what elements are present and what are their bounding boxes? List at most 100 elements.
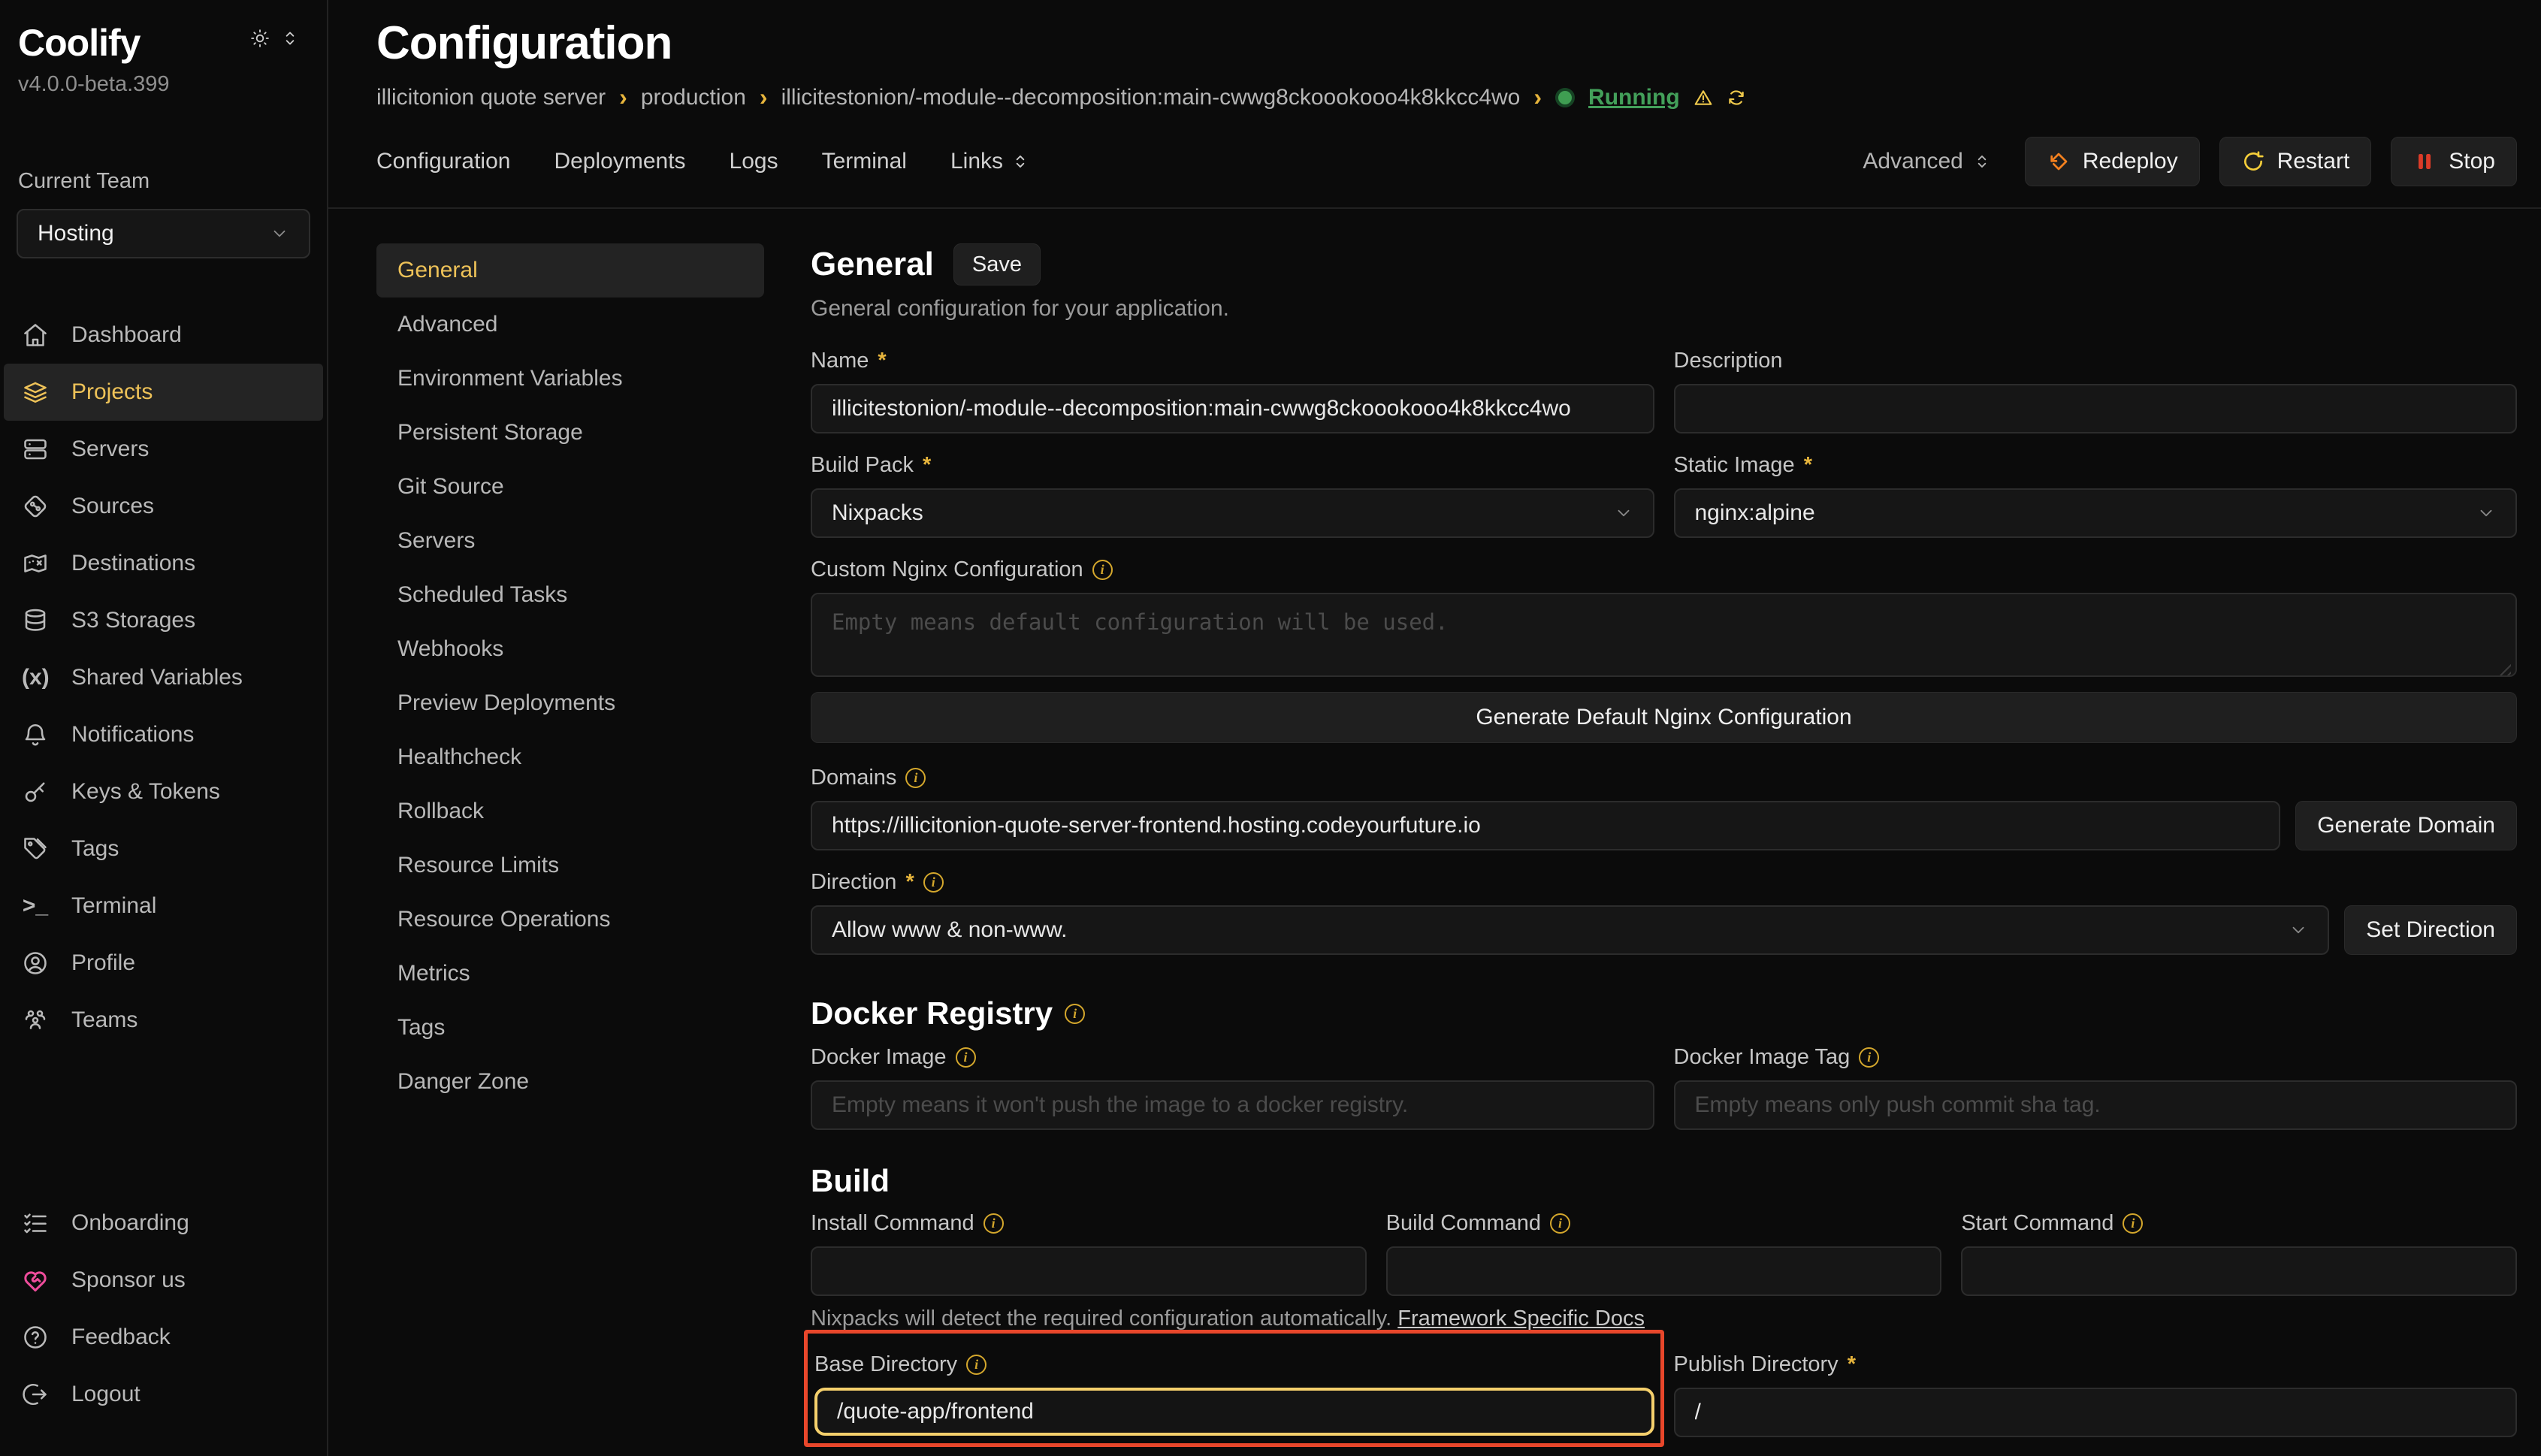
breadcrumb-separator: › bbox=[1533, 83, 1542, 111]
build-command-label: Build Commandi bbox=[1386, 1211, 1942, 1236]
subnav-healthcheck[interactable]: Healthcheck bbox=[376, 730, 764, 784]
subnav-general[interactable]: General bbox=[376, 243, 764, 298]
chevron-updown-icon bbox=[1972, 152, 1992, 171]
redeploy-icon bbox=[2047, 150, 2071, 174]
docker-image-tag-field[interactable] bbox=[1674, 1080, 2518, 1130]
sidebar-item-shared-variables[interactable]: (x) Shared Variables bbox=[4, 649, 323, 706]
custom-nginx-textarea[interactable] bbox=[811, 593, 2517, 677]
map-icon bbox=[22, 550, 49, 577]
status-dot bbox=[1555, 88, 1575, 107]
sidebar-item-terminal[interactable]: >_ Terminal bbox=[4, 878, 323, 935]
refresh-icon[interactable] bbox=[1727, 88, 1746, 107]
sidebar-item-servers[interactable]: Servers bbox=[4, 421, 323, 478]
subnav-environment-variables[interactable]: Environment Variables bbox=[376, 352, 764, 406]
subnav-resource-operations[interactable]: Resource Operations bbox=[376, 893, 764, 947]
tab-deployments[interactable]: Deployments bbox=[554, 149, 685, 174]
generate-nginx-button[interactable]: Generate Default Nginx Configuration bbox=[811, 692, 2517, 743]
checklist-icon bbox=[22, 1210, 49, 1237]
subnav-scheduled-tasks[interactable]: Scheduled Tasks bbox=[376, 568, 764, 622]
breadcrumb-project[interactable]: illicitonion quote server bbox=[376, 85, 606, 110]
chevron-down-icon bbox=[270, 224, 289, 243]
sidebar-item-sponsor-us[interactable]: Sponsor us bbox=[4, 1252, 323, 1309]
tab-configuration[interactable]: Configuration bbox=[376, 149, 510, 174]
base-directory-field[interactable] bbox=[814, 1388, 1654, 1436]
save-button[interactable]: Save bbox=[953, 243, 1041, 285]
sidebar-item-onboarding[interactable]: Onboarding bbox=[4, 1195, 323, 1252]
stop-button[interactable]: Stop bbox=[2391, 137, 2517, 186]
warning-icon[interactable] bbox=[1693, 88, 1713, 107]
terminal-icon: >_ bbox=[22, 893, 49, 919]
info-icon: i bbox=[983, 1213, 1004, 1234]
sidebar-item-teams[interactable]: Teams bbox=[4, 992, 323, 1049]
subnav-metrics[interactable]: Metrics bbox=[376, 947, 764, 1001]
running-status[interactable]: Running bbox=[1588, 85, 1680, 110]
breadcrumb-application[interactable]: illicitestonion/-module--decomposition:m… bbox=[781, 85, 1521, 110]
install-command-field[interactable] bbox=[811, 1246, 1367, 1296]
sidebar-item-dashboard[interactable]: Dashboard bbox=[4, 307, 323, 364]
build-pack-select[interactable]: Nixpacks bbox=[811, 488, 1654, 538]
set-direction-button[interactable]: Set Direction bbox=[2344, 905, 2517, 955]
sidebar-item-projects[interactable]: Projects bbox=[4, 364, 323, 421]
team-select[interactable]: Hosting bbox=[17, 209, 310, 258]
subnav-advanced[interactable]: Advanced bbox=[376, 298, 764, 352]
sidebar-item-profile[interactable]: Profile bbox=[4, 935, 323, 992]
stop-icon bbox=[2413, 150, 2437, 174]
subnav-rollback[interactable]: Rollback bbox=[376, 784, 764, 838]
breadcrumb-environment[interactable]: production bbox=[641, 85, 746, 110]
custom-nginx-label: Custom Nginx Configurationi bbox=[811, 557, 2517, 582]
tag-icon bbox=[22, 835, 49, 862]
restart-button[interactable]: Restart bbox=[2219, 137, 2372, 186]
framework-docs-link[interactable]: Framework Specific Docs bbox=[1397, 1306, 1645, 1331]
theme-toggle[interactable] bbox=[250, 29, 300, 48]
app-version: v4.0.0-beta.399 bbox=[0, 65, 327, 97]
subnav-webhooks[interactable]: Webhooks bbox=[376, 622, 764, 676]
publish-directory-field[interactable] bbox=[1674, 1388, 2518, 1437]
subnav-git-source[interactable]: Git Source bbox=[376, 460, 764, 514]
subnav-resource-limits[interactable]: Resource Limits bbox=[376, 838, 764, 893]
description-label: Description bbox=[1674, 349, 2518, 373]
static-image-select[interactable]: nginx:alpine bbox=[1674, 488, 2518, 538]
page-title: Configuration bbox=[376, 17, 2517, 70]
generate-domain-button[interactable]: Generate Domain bbox=[2295, 801, 2517, 850]
sidebar-item-sources[interactable]: Sources bbox=[4, 478, 323, 535]
tabs-row: Configuration Deployments Logs Terminal … bbox=[328, 137, 2541, 209]
docker-image-field[interactable] bbox=[811, 1080, 1654, 1130]
docker-image-tag-label: Docker Image Tagi bbox=[1674, 1045, 2518, 1070]
git-source-icon bbox=[22, 493, 49, 520]
docker-registry-title: Docker Registryi bbox=[811, 995, 2517, 1032]
sidebar-item-logout[interactable]: Logout bbox=[4, 1366, 323, 1423]
sidebar-item-notifications[interactable]: Notifications bbox=[4, 706, 323, 763]
sun-icon bbox=[250, 29, 270, 48]
direction-select[interactable]: Allow www & non-www. bbox=[811, 905, 2329, 955]
start-command-field[interactable] bbox=[1961, 1246, 2517, 1296]
name-field[interactable] bbox=[811, 384, 1654, 433]
tab-logs[interactable]: Logs bbox=[730, 149, 778, 174]
users-icon bbox=[22, 1007, 49, 1034]
domains-field[interactable] bbox=[811, 801, 2280, 850]
nixpacks-note: Nixpacks will detect the required config… bbox=[811, 1306, 2517, 1331]
build-command-field[interactable] bbox=[1386, 1246, 1942, 1296]
tab-terminal[interactable]: Terminal bbox=[822, 149, 907, 174]
subnav-danger-zone[interactable]: Danger Zone bbox=[376, 1055, 764, 1109]
info-icon: i bbox=[1859, 1047, 1879, 1068]
sidebar-item-keys-tokens[interactable]: Keys & Tokens bbox=[4, 763, 323, 820]
subnav-tags[interactable]: Tags bbox=[376, 1001, 764, 1055]
tab-links[interactable]: Links bbox=[950, 149, 1030, 174]
subnav-persistent-storage[interactable]: Persistent Storage bbox=[376, 406, 764, 460]
sidebar-nav: Dashboard Projects Servers Sources Desti… bbox=[0, 307, 327, 1049]
bell-icon bbox=[22, 721, 49, 748]
sidebar-item-s3-storages[interactable]: S3 Storages bbox=[4, 592, 323, 649]
sidebar-item-feedback[interactable]: Feedback bbox=[4, 1309, 323, 1366]
sidebar-item-tags[interactable]: Tags bbox=[4, 820, 323, 878]
advanced-select[interactable]: Advanced bbox=[1863, 149, 1991, 174]
description-field[interactable] bbox=[1674, 384, 2518, 433]
info-icon: i bbox=[905, 768, 926, 788]
layers-icon bbox=[22, 379, 49, 406]
subnav-preview-deployments[interactable]: Preview Deployments bbox=[376, 676, 764, 730]
breadcrumb: illicitonion quote server › production ›… bbox=[376, 83, 2517, 111]
sidebar-item-destinations[interactable]: Destinations bbox=[4, 535, 323, 592]
subnav-servers[interactable]: Servers bbox=[376, 514, 764, 568]
section-title: General bbox=[811, 246, 934, 283]
info-icon: i bbox=[956, 1047, 976, 1068]
redeploy-button[interactable]: Redeploy bbox=[2025, 137, 2200, 186]
